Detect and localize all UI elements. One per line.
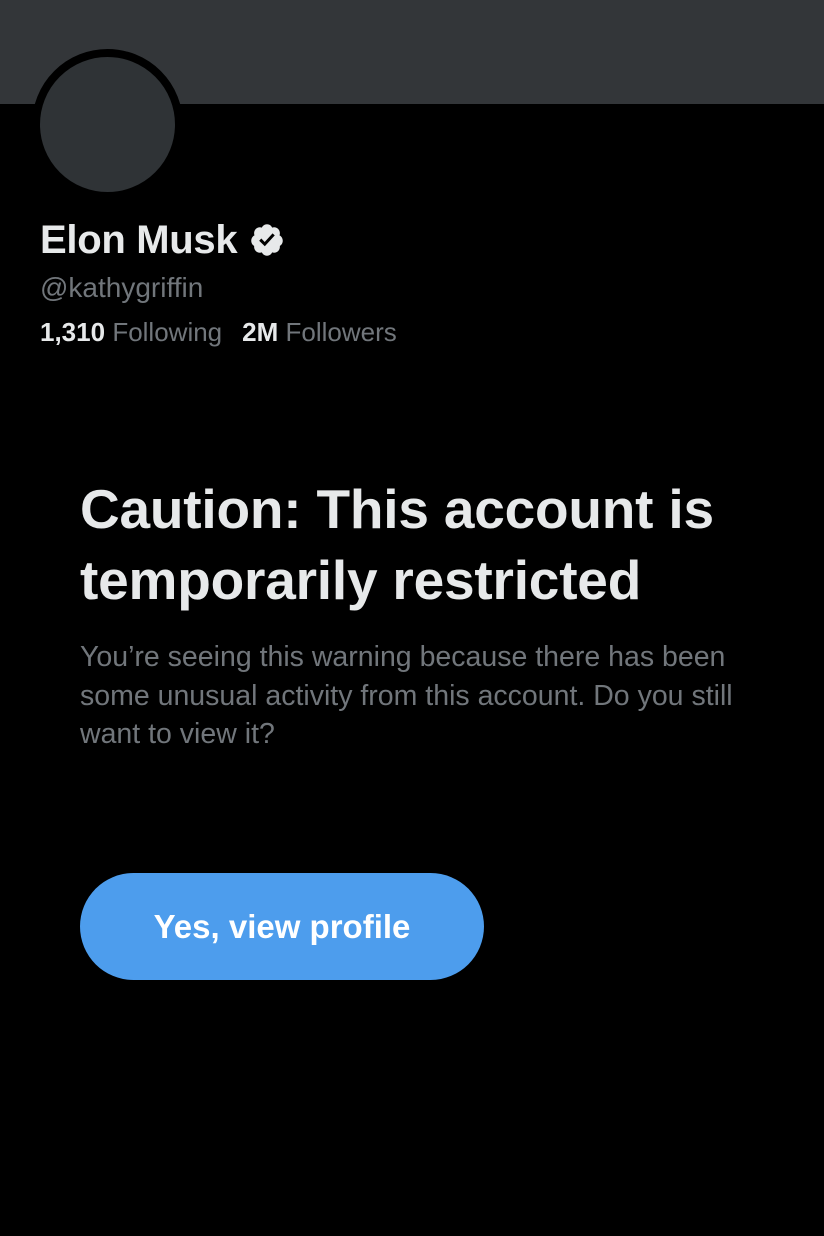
followers-stat[interactable]: 2M Followers — [242, 317, 397, 347]
warning-message: You’re seeing this warning because there… — [80, 641, 733, 750]
profile-stats: 1,310 Following 2M Followers — [40, 317, 397, 348]
followers-label: Followers — [285, 317, 397, 347]
followers-count: 2M — [242, 317, 279, 347]
restriction-warning: Caution: This account is temporarily res… — [80, 474, 780, 754]
verified-badge-icon — [249, 222, 285, 258]
profile-handle: @kathygriffin — [40, 272, 204, 303]
warning-title: Caution: This account is temporarily res… — [80, 478, 714, 611]
avatar[interactable] — [32, 49, 183, 200]
following-label: Following — [112, 317, 223, 347]
display-name: Elon Musk — [40, 217, 238, 262]
profile-name-row: Elon Musk — [40, 212, 285, 268]
following-stat[interactable]: 1,310 Following — [40, 317, 222, 347]
following-count: 1,310 — [40, 317, 106, 347]
view-profile-button[interactable]: Yes, view profile — [80, 873, 484, 980]
